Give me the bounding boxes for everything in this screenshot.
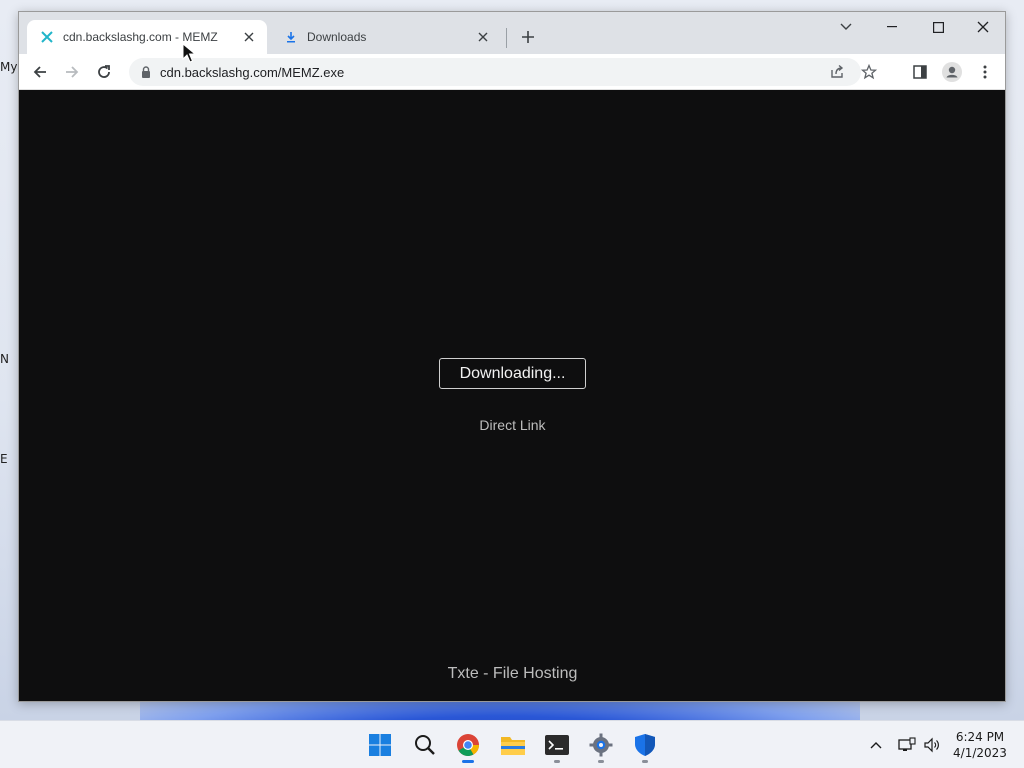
desktop-icon-label[interactable]: N — [0, 352, 9, 366]
search-icon — [415, 735, 435, 755]
running-indicator — [554, 760, 560, 763]
tab-title: cdn.backslashg.com - MEMZ — [63, 30, 218, 44]
profile-icon — [942, 62, 962, 82]
terminal-button[interactable] — [541, 729, 573, 763]
direct-link[interactable]: Direct Link — [439, 417, 586, 433]
minimize-button[interactable] — [869, 12, 915, 42]
new-tab-button[interactable] — [517, 26, 539, 48]
close-window-button[interactable] — [960, 12, 1006, 42]
chrome-taskbar-button[interactable] — [452, 729, 484, 763]
shield-icon — [635, 734, 655, 756]
chevron-up-icon — [870, 742, 882, 749]
address-bar[interactable]: cdn.backslashg.com/MEMZ.exe — [129, 58, 877, 86]
reload-button[interactable] — [92, 60, 116, 84]
clock-date: 4/1/2023 — [953, 746, 1007, 760]
gear-icon — [589, 733, 613, 757]
settings-button[interactable] — [585, 729, 617, 763]
search-button[interactable] — [409, 729, 441, 761]
bookmark-button[interactable] — [858, 61, 880, 83]
page-content: Downloading... Direct Link Txte - File H… — [19, 91, 1005, 701]
tab-title: Downloads — [307, 30, 367, 44]
downloading-button[interactable]: Downloading... — [439, 358, 586, 389]
lock-icon — [142, 66, 150, 78]
clock-time: 6:24 PM — [955, 730, 1005, 744]
tab-strip: cdn.backslashg.com - MEMZ Downloads — [19, 12, 1005, 54]
tab-separator — [506, 28, 507, 48]
menu-button[interactable] — [973, 60, 997, 84]
minimize-icon — [887, 26, 897, 28]
running-indicator — [642, 760, 648, 763]
terminal-icon — [545, 735, 569, 755]
windows-logo-icon — [369, 734, 391, 756]
volume-icon[interactable] — [922, 735, 942, 755]
profile-button[interactable] — [940, 60, 964, 84]
browser-window: cdn.backslashg.com - MEMZ Downloads cdn.… — [18, 11, 1006, 702]
chevron-down-icon — [840, 23, 852, 30]
show-hidden-icons-button[interactable] — [866, 735, 886, 755]
kebab-menu-icon — [983, 65, 987, 79]
running-indicator — [462, 760, 474, 763]
desktop-icon-label[interactable]: My — [0, 60, 17, 74]
site-footer-brand: Txte - File Hosting — [447, 665, 578, 682]
side-panel-button[interactable] — [908, 60, 932, 84]
taskbar: 6:24 PM 4/1/2023 — [0, 720, 1024, 768]
browser-toolbar: cdn.backslashg.com/MEMZ.exe — [19, 54, 1005, 90]
star-icon — [861, 64, 877, 80]
chrome-icon — [457, 734, 479, 756]
share-button[interactable] — [826, 61, 848, 83]
tab-memz[interactable]: cdn.backslashg.com - MEMZ — [27, 20, 267, 54]
close-tab-icon[interactable] — [239, 27, 259, 47]
tab-search-button[interactable] — [823, 12, 869, 42]
close-tab-icon[interactable] — [473, 27, 493, 47]
mouse-cursor-icon — [182, 43, 196, 63]
forward-button[interactable] — [60, 60, 84, 84]
arrow-left-icon — [33, 66, 46, 78]
defender-button[interactable] — [629, 729, 661, 763]
tab-downloads[interactable]: Downloads — [271, 20, 501, 54]
running-indicator — [598, 760, 604, 763]
close-icon — [977, 21, 989, 33]
side-panel-icon — [913, 65, 927, 79]
desktop-icon-label[interactable]: E — [0, 452, 8, 466]
maximize-button[interactable] — [915, 12, 961, 42]
file-explorer-button[interactable] — [497, 729, 529, 761]
site-favicon-icon — [39, 29, 55, 45]
network-icon[interactable] — [897, 735, 917, 755]
plus-icon — [522, 31, 534, 43]
back-button[interactable] — [28, 60, 52, 84]
download-icon — [283, 29, 299, 45]
reload-icon — [98, 65, 110, 78]
folder-icon — [501, 737, 525, 755]
system-clock[interactable]: 6:24 PM 4/1/2023 — [948, 729, 1012, 761]
maximize-icon — [932, 21, 944, 33]
share-icon — [831, 64, 844, 78]
arrow-right-icon — [66, 66, 79, 78]
start-button[interactable] — [364, 729, 396, 761]
url-text[interactable]: cdn.backslashg.com/MEMZ.exe — [160, 65, 344, 80]
